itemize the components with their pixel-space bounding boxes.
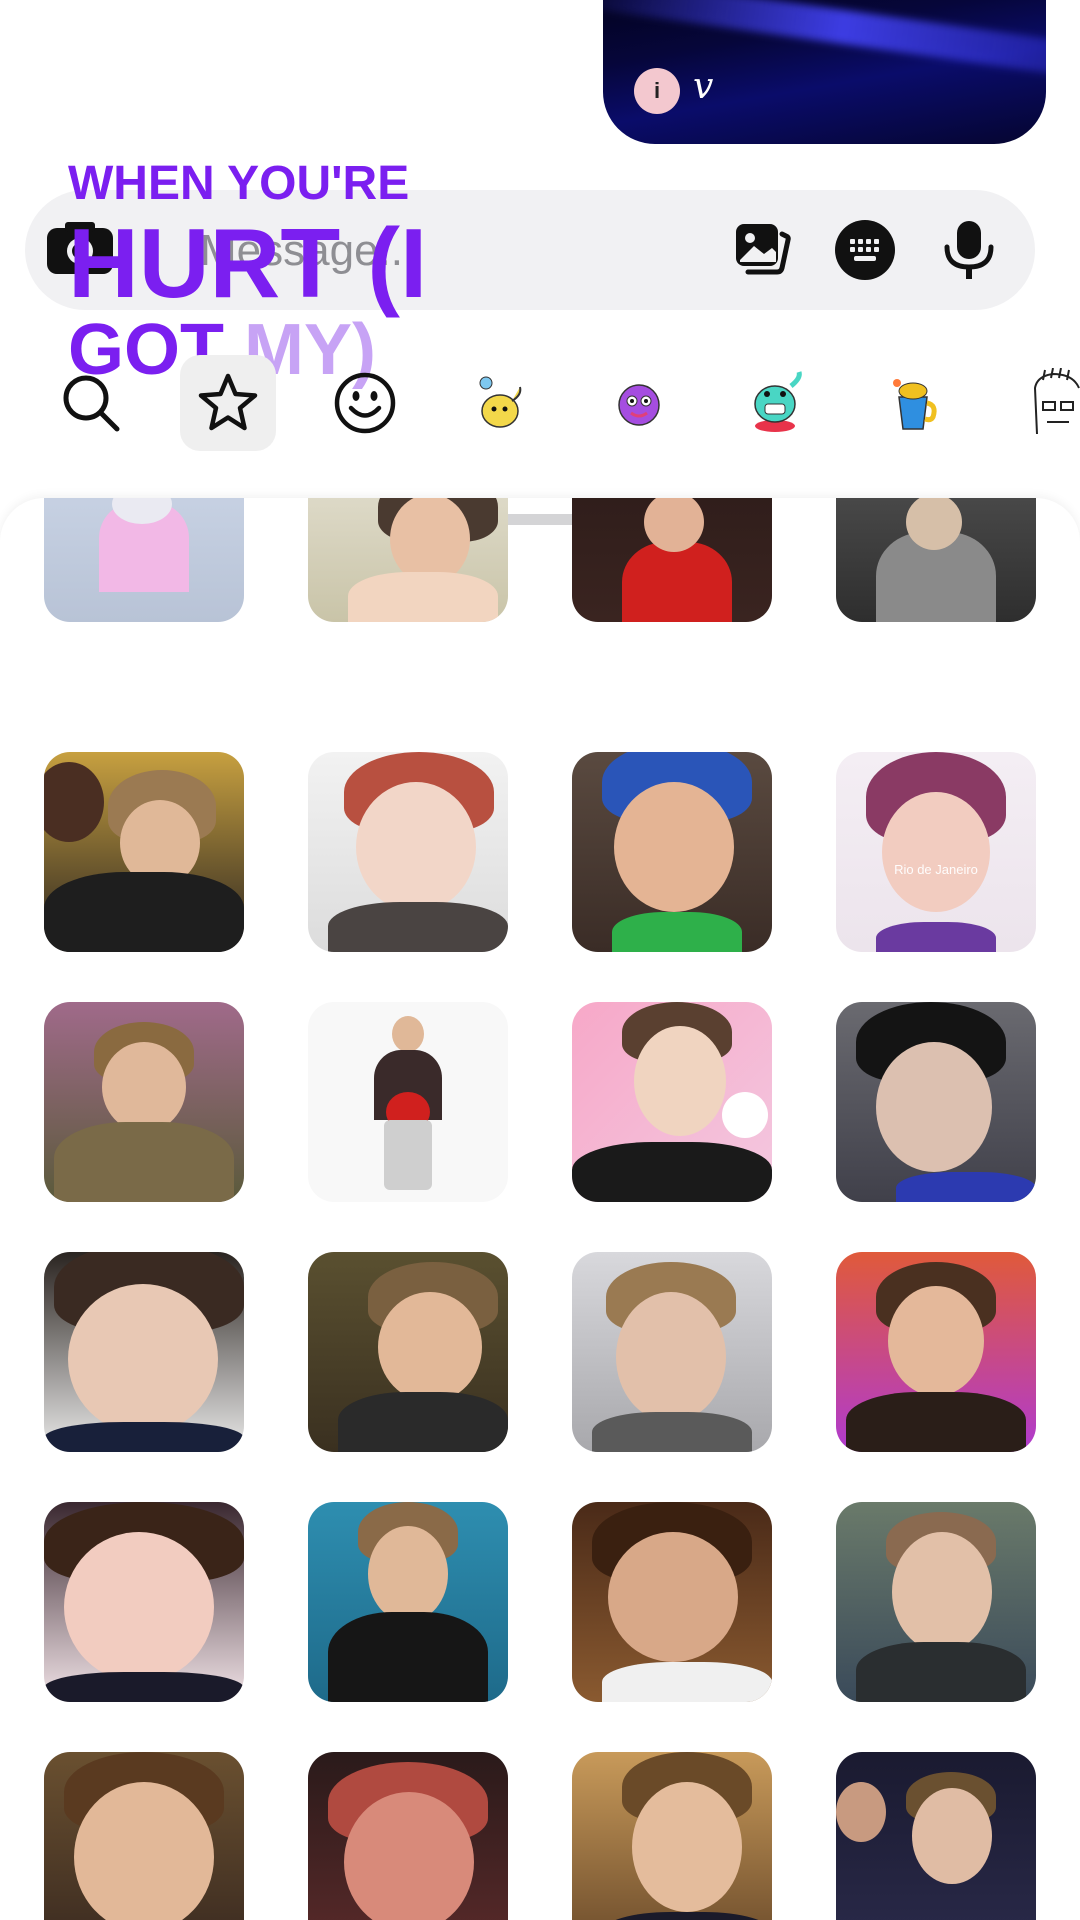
sticker-item[interactable]	[572, 498, 772, 622]
sticker-item[interactable]	[572, 1252, 772, 1452]
tab-favorites[interactable]	[180, 355, 276, 451]
cup-sticker-icon	[893, 379, 937, 430]
gallery-icon[interactable]	[730, 218, 794, 282]
sticker-item[interactable]	[44, 498, 244, 622]
sticker-item[interactable]	[44, 1502, 244, 1702]
sticker-item[interactable]	[308, 752, 508, 952]
sticker-text-line-1: WHEN YOU'RE	[68, 157, 410, 210]
sticker-item[interactable]: Rio de Janeiro	[836, 752, 1036, 952]
sticker-item[interactable]	[572, 1752, 772, 1920]
microphone-icon[interactable]	[937, 218, 1001, 282]
sticker-item[interactable]	[308, 1502, 508, 1702]
sender-initial: v	[693, 66, 714, 107]
sheet-drag-handle[interactable]	[496, 514, 584, 525]
teal-creature-sticker-icon	[754, 371, 802, 432]
sticker-item[interactable]	[44, 752, 244, 952]
sticker-item[interactable]	[836, 1752, 1036, 1920]
sticker-category-tabs	[0, 355, 1080, 455]
star-icon	[198, 373, 258, 431]
sticker-item[interactable]	[44, 1002, 244, 1202]
tab-emoji[interactable]	[317, 355, 413, 451]
tab-sticker-pack-3[interactable]	[728, 355, 824, 451]
sticker-item[interactable]	[836, 498, 1036, 622]
doodle-face-sticker-icon	[1033, 368, 1080, 435]
tab-search[interactable]	[43, 355, 139, 451]
video-light-beam	[603, 0, 1046, 83]
sticker-item[interactable]	[308, 498, 508, 622]
sticker-item[interactable]	[836, 1502, 1036, 1702]
sticker-caption: Rio de Janeiro	[894, 862, 978, 877]
sticker-item[interactable]	[44, 1752, 244, 1920]
purple-monster-sticker-icon	[618, 384, 660, 426]
tab-sticker-pack-5[interactable]	[1010, 355, 1080, 451]
sticker-preview-text[interactable]: WHEN YOU'RE HURT (I GOT MY)	[68, 157, 428, 387]
sender-avatar[interactable]: i	[634, 68, 680, 114]
tab-sticker-pack-1[interactable]	[454, 355, 550, 451]
smiley-icon	[334, 372, 396, 434]
sticker-item[interactable]	[836, 1252, 1036, 1452]
search-icon	[63, 375, 120, 432]
sticker-item[interactable]	[308, 1752, 508, 1920]
tab-sticker-pack-4[interactable]	[865, 355, 961, 451]
sticker-keyboard-icon[interactable]	[833, 218, 897, 282]
sticker-item[interactable]	[836, 1002, 1036, 1202]
video-message-bubble[interactable]: i v	[603, 0, 1046, 144]
sticker-item[interactable]	[572, 1502, 772, 1702]
sticker-sheet: Rio de Janeiro	[0, 498, 1080, 1920]
chick-sticker-icon	[479, 376, 522, 428]
sticker-item[interactable]	[572, 1002, 772, 1202]
sticker-item[interactable]	[572, 752, 772, 952]
sticker-item[interactable]	[44, 1252, 244, 1452]
sticker-item[interactable]	[308, 1252, 508, 1452]
sticker-item[interactable]	[308, 1002, 508, 1202]
sticker-text-line-2: HURT (I	[68, 208, 428, 318]
tab-sticker-pack-2[interactable]	[591, 355, 687, 451]
